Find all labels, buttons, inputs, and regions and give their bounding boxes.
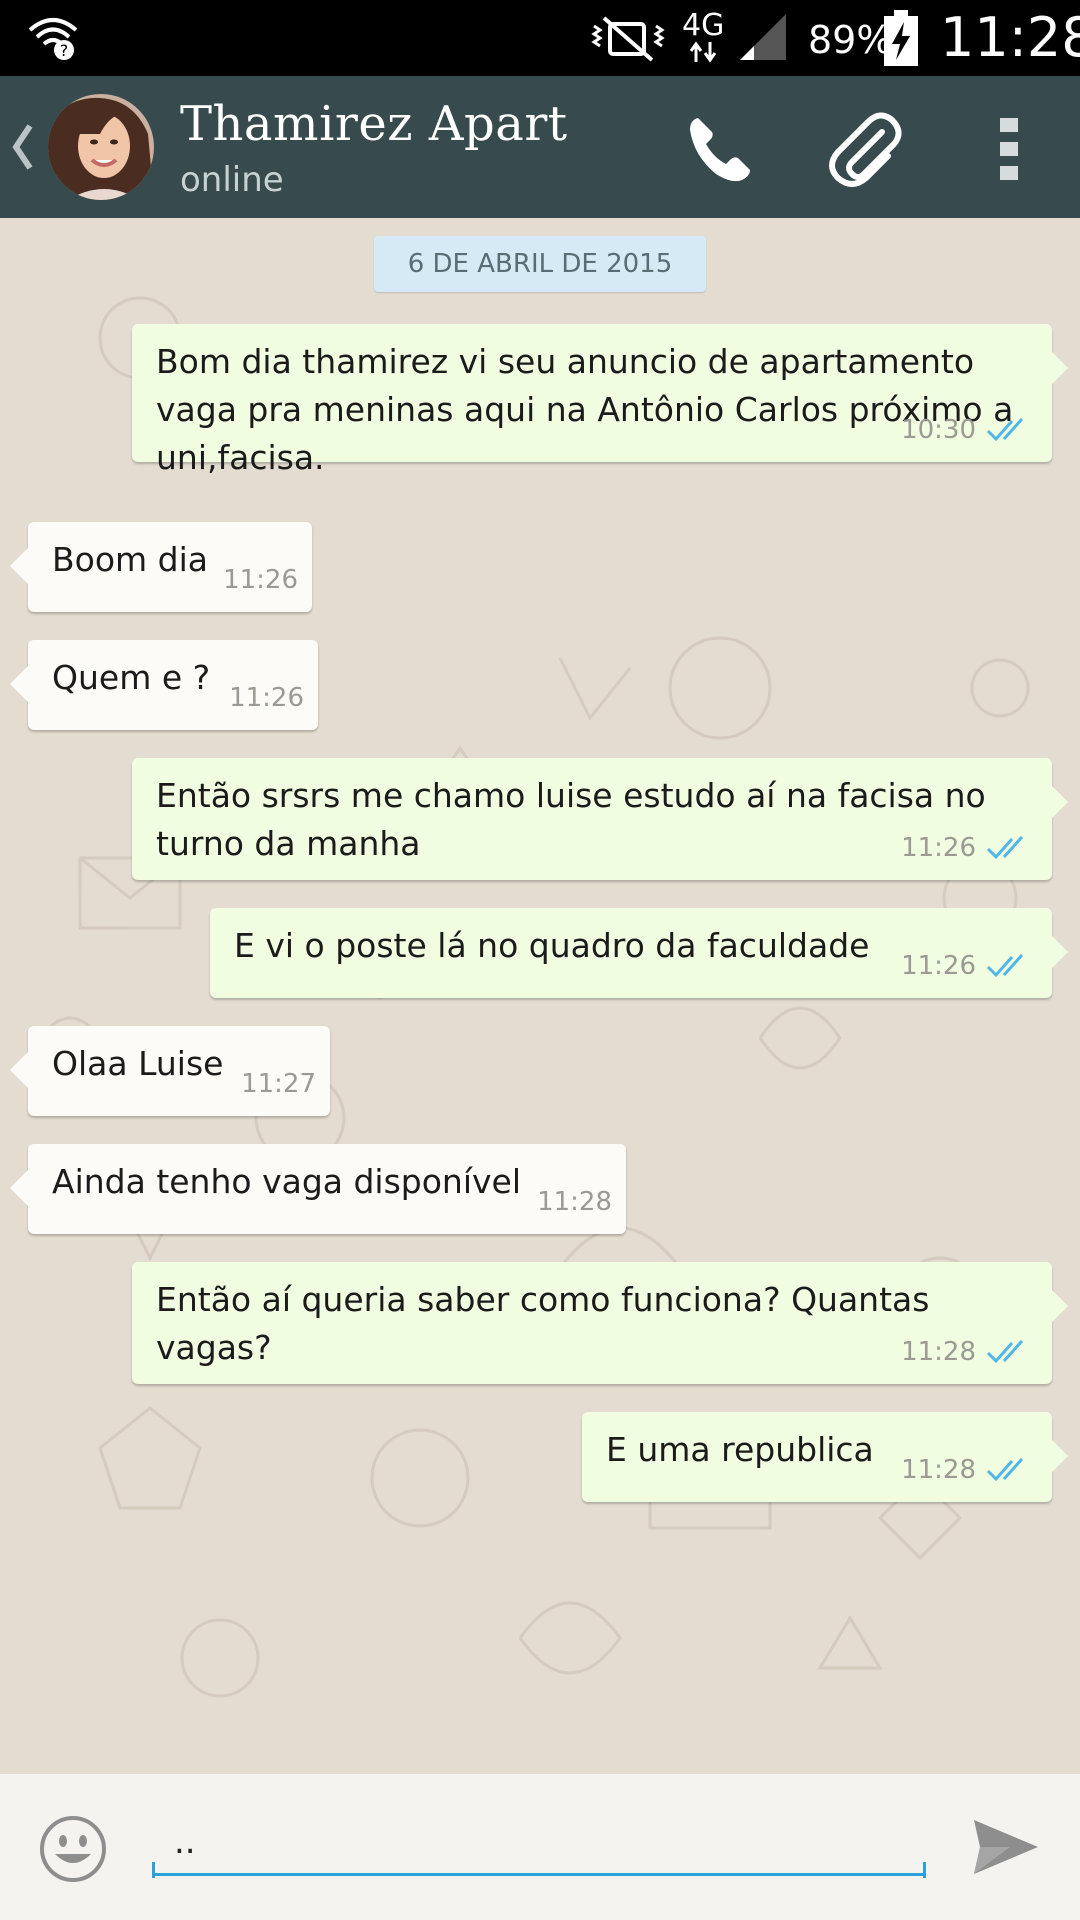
message-outgoing[interactable]: Então srsrs me chamo luise estudo aí na … [132, 758, 1068, 880]
message-outgoing[interactable]: Bom dia thamirez vi seu anuncio de apart… [132, 324, 1068, 477]
battery-percent: 89% [808, 18, 893, 62]
message-meta: 10:30 [901, 406, 1034, 454]
message-outgoing[interactable]: Então aí queria saber como funciona? Qua… [132, 1262, 1068, 1384]
send-icon[interactable] [970, 1816, 1042, 1878]
message-time: 11:26 [901, 951, 976, 981]
emoji-icon[interactable] [38, 1814, 108, 1884]
read-receipt-icon [986, 1457, 1024, 1482]
date-divider: 6 DE ABRIL DE 2015 [374, 236, 706, 292]
message-time: 11:26 [229, 683, 304, 713]
bubble-tail [10, 548, 28, 584]
message-meta: 11:28 [901, 1446, 1034, 1494]
avatar[interactable] [48, 94, 154, 200]
read-receipt-icon [986, 835, 1024, 860]
paperclip-icon[interactable] [824, 110, 904, 190]
status-bar: ? 4G 89% 11:28 [0, 0, 1080, 76]
data-arrows-icon [689, 41, 717, 63]
back-icon[interactable] [10, 120, 36, 174]
message-time: 11:28 [901, 1337, 976, 1367]
message-text: Ainda tenho vaga disponível [52, 1162, 522, 1201]
message-time: 11:28 [537, 1187, 612, 1217]
message-time: 11:27 [241, 1069, 316, 1099]
bubble-tail [1050, 1438, 1068, 1474]
message-meta: 11:26 [229, 674, 304, 722]
input-underline-edge [152, 1862, 155, 1878]
overflow-menu-icon[interactable] [998, 116, 1020, 182]
message-time: 11:26 [223, 565, 298, 595]
bubble-tail [1050, 350, 1068, 386]
wifi-icon: ? [28, 18, 78, 60]
message-meta: 11:26 [223, 556, 298, 604]
message-time: 10:30 [901, 415, 976, 445]
bubble-tail [10, 1052, 28, 1088]
message-input[interactable] [152, 1810, 926, 1876]
message-meta: 11:27 [241, 1060, 316, 1108]
input-underline-edge [923, 1862, 926, 1878]
message-incoming[interactable]: Olaa Luise 11:27 [10, 1026, 330, 1116]
message-text: Então srsrs me chamo luise estudo aí na … [156, 776, 986, 863]
message-text: Bom dia thamirez vi seu anuncio de apart… [156, 342, 1014, 477]
message-meta: 11:26 [901, 824, 1034, 872]
svg-text:?: ? [60, 41, 69, 60]
message-outgoing[interactable]: E vi o poste lá no quadro da faculdade 1… [210, 908, 1068, 998]
chat-header: Thamirez Apart online [0, 76, 1080, 218]
message-outgoing[interactable]: E uma republica 11:28 [582, 1412, 1068, 1502]
clock: 11:28 [940, 6, 1080, 69]
composer-bar [0, 1774, 1080, 1920]
read-receipt-icon [986, 1339, 1024, 1364]
read-receipt-icon [986, 417, 1024, 442]
phone-icon[interactable] [684, 112, 758, 186]
message-list[interactable]: 6 DE ABRIL DE 2015 Bom dia thamirez vi s… [0, 218, 1080, 1774]
battery-charging-icon [884, 10, 918, 66]
message-time: 11:28 [901, 1455, 976, 1485]
bubble-tail [10, 1170, 28, 1206]
message-time: 11:26 [901, 833, 976, 863]
message-meta: 11:28 [901, 1328, 1034, 1376]
message-meta: 11:28 [537, 1178, 612, 1226]
bubble-tail [1050, 934, 1068, 970]
contact-name[interactable]: Thamirez Apart [180, 96, 568, 152]
network-type: 4G [682, 8, 725, 43]
bubble-tail [1050, 784, 1068, 820]
bubble-tail [1050, 1288, 1068, 1324]
message-incoming[interactable]: Quem e ? 11:26 [10, 640, 318, 730]
contact-status: online [180, 160, 284, 200]
signal-icon [740, 14, 786, 60]
vibrate-mute-icon [591, 16, 665, 62]
message-incoming[interactable]: Ainda tenho vaga disponível 11:28 [10, 1144, 626, 1234]
bubble-tail [10, 666, 28, 702]
message-meta: 11:26 [901, 942, 1034, 990]
read-receipt-icon [986, 953, 1024, 978]
message-incoming[interactable]: Boom dia 11:26 [10, 522, 312, 612]
message-text: Então aí queria saber como funciona? Qua… [156, 1280, 930, 1367]
